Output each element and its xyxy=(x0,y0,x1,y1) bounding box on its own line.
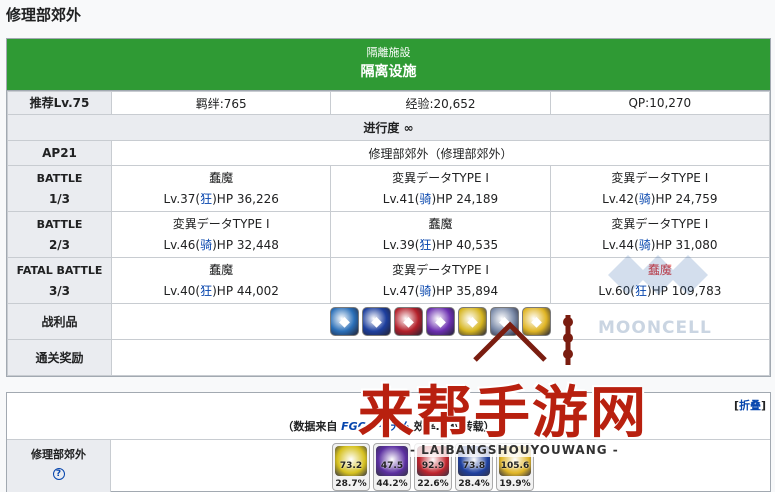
drop-stats-label: 修理部郊外 ? xyxy=(7,440,111,492)
source-prefix: （数据来自 xyxy=(282,420,338,433)
drop-ap-value: 105.6 xyxy=(500,461,530,471)
drop-ap-value: 73.8 xyxy=(462,461,486,471)
boss-enemy-name: 蠢魔 xyxy=(647,262,672,277)
bond-value: 羁绊:765 xyxy=(110,91,332,115)
purple-orb-icon[interactable]: ◆ xyxy=(426,307,455,336)
enemy-class-link[interactable]: 狂 xyxy=(635,284,647,298)
enemy-class-link[interactable]: 骑 xyxy=(639,238,651,252)
drops-label: 战利品 xyxy=(7,303,112,340)
enemy-name: 変異データTYPE I xyxy=(611,170,709,185)
battle-row: BATTLE 1/3 蠢魔 Lv.37(狂)HP 36,226 変異データTYPE … xyxy=(7,165,771,212)
enemy-name: 変異データTYPE I xyxy=(392,170,489,185)
enemy-cell: 変異データTYPE I Lv.44(骑)HP 31,080 xyxy=(549,211,771,258)
enemy-hp: )HP 40,535 xyxy=(431,237,499,252)
battle-row: BATTLE 2/3 変異データTYPE I Lv.46(骑)HP 32,448 蠢… xyxy=(7,211,771,258)
enemy-name: 変異データTYPE I xyxy=(611,216,709,231)
exp-value: 经验:20,652 xyxy=(330,91,551,115)
enemy-hp: )HP 36,226 xyxy=(212,191,279,206)
enemy-hp: )HP 31,080 xyxy=(650,237,718,252)
enemy-lv: Lv.47( xyxy=(382,283,420,298)
battle-type: BATTLE xyxy=(36,217,83,231)
clear-reward-label: 通关奖励 xyxy=(7,339,112,376)
enemy-hp: )HP 44,002 xyxy=(212,283,279,298)
enemy-hp: )HP 24,759 xyxy=(650,191,718,206)
quest-cn-title: 隔离设施 xyxy=(360,64,417,80)
mooncell-watermark: MOONCELL xyxy=(598,318,712,338)
enemy-name: 変異データTYPE I xyxy=(172,216,270,231)
enemy-class-link[interactable]: 骑 xyxy=(419,192,431,206)
help-icon[interactable]: ? xyxy=(52,468,65,480)
quest-header: 隔離施設 隔离设施 xyxy=(7,39,770,91)
enemy-lv: Lv.44( xyxy=(602,237,639,252)
enemy-name: 蠢魔 xyxy=(209,170,234,185)
page-title: 修理部郊外 xyxy=(6,6,82,24)
enemy-lv: Lv.60( xyxy=(598,283,635,298)
drop-ap-value: 47.5 xyxy=(380,461,404,471)
enemy-cell: 変異データTYPE I Lv.41(骑)HP 24,189 xyxy=(330,165,551,212)
site-watermark-subtitle: - LAIBANGSHOUYOUWANG - xyxy=(410,443,619,457)
enemy-class-link[interactable]: 骑 xyxy=(639,192,651,206)
enemy-class-link[interactable]: 狂 xyxy=(200,192,212,206)
battle-type: FATAL BATTLE xyxy=(16,263,103,277)
progress-row: 进行度 ∞ xyxy=(7,114,770,141)
battle-label: FATAL BATTLE 3/3 xyxy=(7,257,112,304)
drop-rate: 22.6% xyxy=(417,479,449,489)
battle-wave: 2/3 xyxy=(48,237,71,252)
drop-ap-value: 73.2 xyxy=(339,461,363,471)
enemy-name: 蠢魔 xyxy=(428,216,453,231)
enemy-cell: 変異データTYPE I Lv.46(骑)HP 32,448 xyxy=(110,211,332,258)
enemy-class-link[interactable]: 狂 xyxy=(419,238,431,252)
house-logo-icon xyxy=(473,315,573,365)
enemy-hp: )HP 24,189 xyxy=(431,191,499,206)
enemy-lv: Lv.46( xyxy=(163,237,201,252)
battle-label: BATTLE 2/3 xyxy=(7,211,112,258)
enemy-cell: 蠢魔 Lv.40(狂)HP 44,002 xyxy=(110,257,332,304)
enemy-name: 変異データTYPE I xyxy=(392,262,489,277)
enemy-hp: )HP 32,448 xyxy=(212,237,279,252)
red-gem-icon[interactable]: ◆ xyxy=(394,307,423,336)
battle-row: FATAL BATTLE 3/3 蠢魔 Lv.40(狂)HP 44,002 変異デー… xyxy=(7,257,771,304)
drop-stat-tile[interactable]: 73.2 28.7% xyxy=(332,443,370,491)
battle-wave: 1/3 xyxy=(48,191,71,206)
battle-type: BATTLE xyxy=(36,171,83,185)
enemy-lv: Lv.40( xyxy=(163,283,201,298)
enemy-cell: 蠢魔 Lv.39(狂)HP 40,535 xyxy=(330,211,551,258)
enemy-cell: 蠢魔 Lv.60(狂)HP 109,783 xyxy=(549,257,771,304)
enemy-class-link[interactable]: 骑 xyxy=(419,284,431,298)
battle-wave: 3/3 xyxy=(48,283,71,298)
enemy-name: 蠢魔 xyxy=(209,262,234,277)
location-name: 修理部郊外（修理部郊外） xyxy=(111,140,770,166)
drop-stat-tile[interactable]: 47.5 44.2% xyxy=(373,443,411,491)
battle-label: BATTLE 1/3 xyxy=(7,165,112,212)
recommend-level: 推荐Lv.75 xyxy=(7,91,112,115)
enemy-lv: Lv.41( xyxy=(382,191,420,206)
blue-crystal-icon[interactable]: ◆ xyxy=(330,307,359,336)
drop-rate: 28.7% xyxy=(335,479,367,489)
enemy-cell: 変異データTYPE I Lv.47(骑)HP 35,894 xyxy=(330,257,551,304)
progress-label: 进行度 ∞ xyxy=(7,114,770,141)
enemy-lv: Lv.37( xyxy=(163,191,201,206)
enemy-class-link[interactable]: 骑 xyxy=(200,238,212,252)
blue-gem-icon[interactable]: ◆ xyxy=(362,307,391,336)
enemy-hp: )HP 109,783 xyxy=(646,283,722,298)
enemy-cell: 変異データTYPE I Lv.42(骑)HP 24,759 xyxy=(549,165,771,212)
drop-stats-location: 修理部郊外 xyxy=(31,448,86,461)
enemy-hp: )HP 35,894 xyxy=(431,283,499,298)
enemy-lv: Lv.42( xyxy=(602,191,639,206)
ap-cost: AP21 xyxy=(7,140,112,166)
enemy-lv: Lv.39( xyxy=(382,237,420,252)
fold-link[interactable]: 折叠 xyxy=(739,399,761,412)
drop-rate: 28.4% xyxy=(458,479,490,489)
quest-jp-title: 隔離施設 xyxy=(366,46,411,59)
ap-row: AP21 修理部郊外（修理部郊外） xyxy=(7,140,770,166)
drop-rate: 19.9% xyxy=(499,479,531,489)
drop-ap-value: 92.9 xyxy=(421,461,445,471)
qp-value: QP:10,270 xyxy=(549,91,771,115)
site-watermark: 来帮手游网 xyxy=(358,380,648,446)
info-row: 推荐Lv.75 羁绊:765 经验:20,652 QP:10,270 xyxy=(7,91,771,115)
enemy-cell: 蠢魔 Lv.37(狂)HP 36,226 xyxy=(110,165,332,212)
fold-toggle[interactable]: [折叠] xyxy=(734,397,766,413)
enemy-class-link[interactable]: 狂 xyxy=(200,284,212,298)
drop-rate: 44.2% xyxy=(376,479,408,489)
